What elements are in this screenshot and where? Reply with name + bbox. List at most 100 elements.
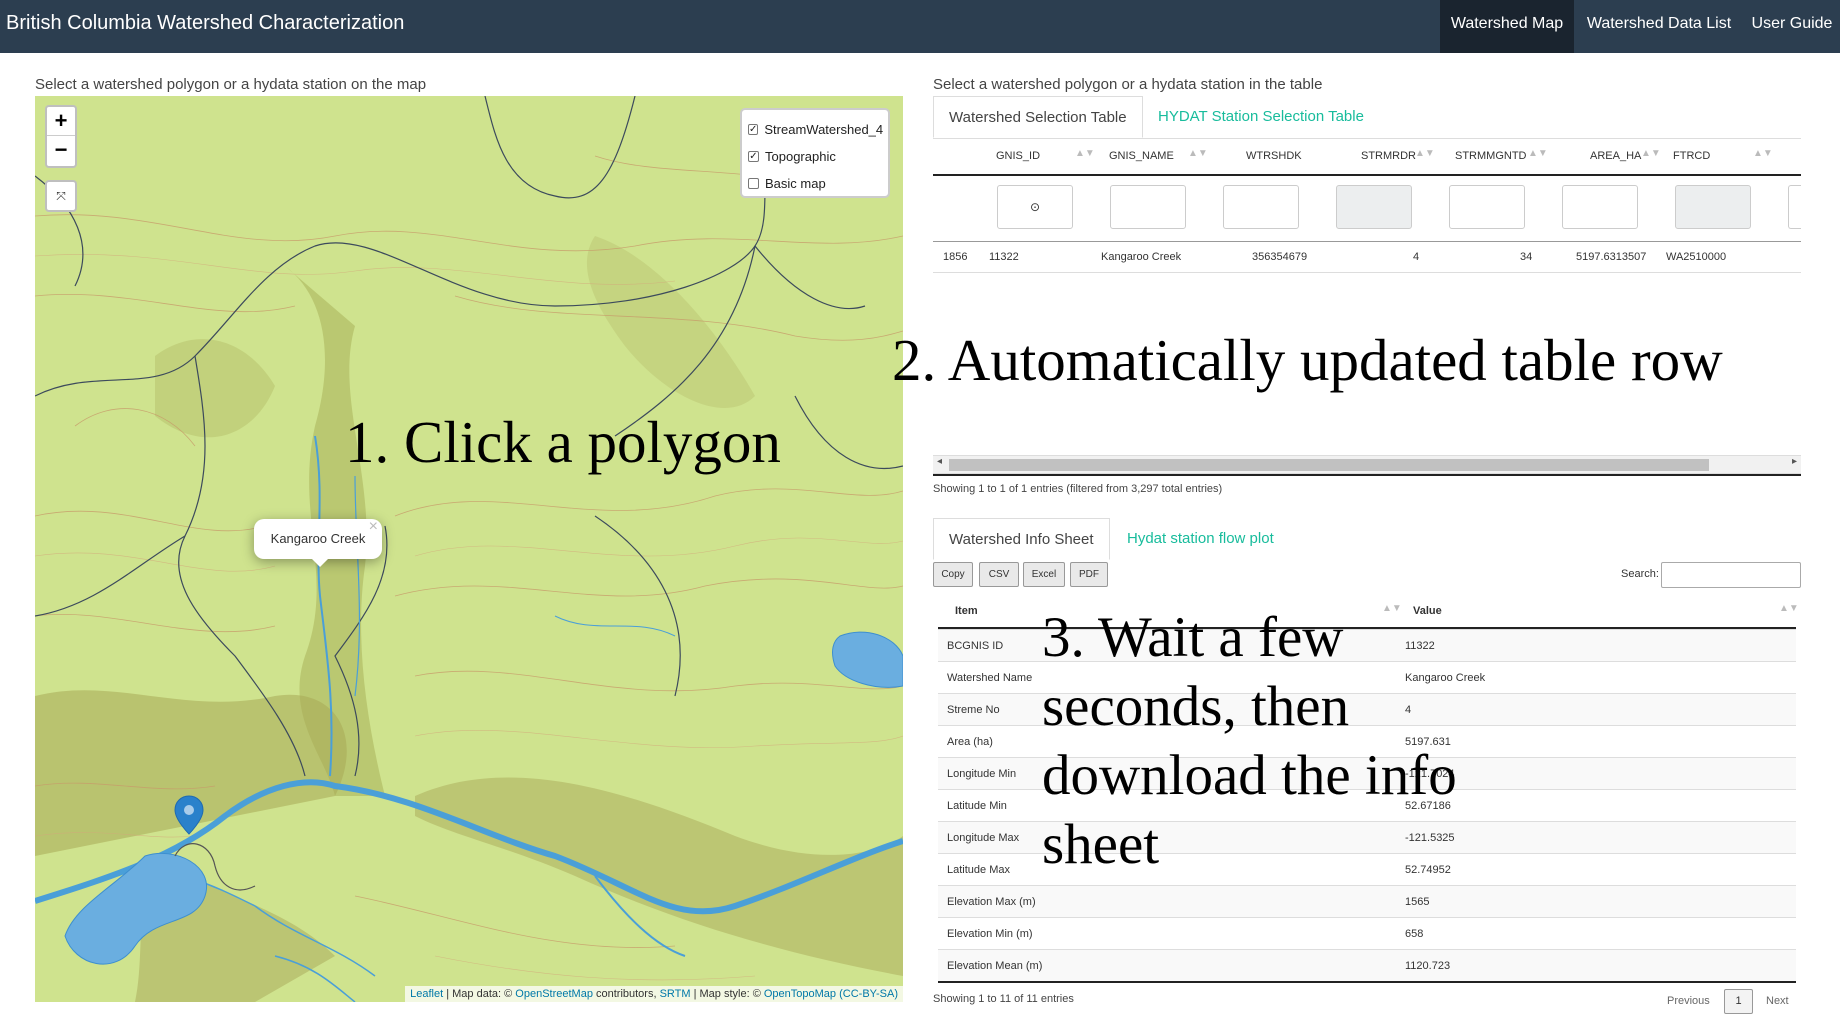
filter-gnis-id[interactable]: ⊙	[997, 185, 1073, 229]
app-title[interactable]: British Columbia Watershed Characterizat…	[6, 12, 404, 35]
annotation-step-3: 3. Wait a few seconds, then download the…	[1042, 603, 1457, 879]
col-header-ftrcd[interactable]: FTRCD	[1673, 150, 1710, 162]
sort-icon[interactable]: ▲▼	[1779, 603, 1799, 614]
row-rule	[933, 241, 1801, 242]
checkbox-icon[interactable]: ✓	[748, 151, 759, 162]
item-cell: Elevation Min (m)	[947, 928, 1033, 940]
pagination-current-page[interactable]: 1	[1724, 989, 1753, 1014]
layer-topographic[interactable]: ✓ Topographic	[748, 143, 882, 170]
srtm-link[interactable]: SRTM	[660, 988, 691, 1000]
ridge-shade	[586, 236, 755, 408]
table-row[interactable]: Elevation Max (m) 1565	[938, 885, 1796, 917]
pagination-next[interactable]: Next	[1766, 995, 1789, 1007]
layer-basic-map[interactable]: Basic map	[748, 170, 882, 197]
info-bottom-rule	[938, 981, 1796, 983]
csv-button[interactable]: CSV	[979, 562, 1019, 587]
item-cell: Longitude Max	[947, 832, 1020, 844]
col-header-strmmgntd[interactable]: STRMMGNTD	[1455, 150, 1527, 162]
annotation-step-3-line: 3. Wait a few	[1042, 606, 1344, 669]
search-label: Search:	[1621, 568, 1659, 580]
tab-underline	[933, 138, 1801, 139]
popup-text: Kangaroo Creek	[270, 531, 366, 546]
scroll-right-icon[interactable]: ▸	[1792, 456, 1797, 467]
checkbox-icon[interactable]	[748, 178, 759, 189]
col-header-item[interactable]: Item	[955, 605, 978, 617]
copy-button[interactable]: Copy	[933, 562, 973, 587]
info-table-info-text: Showing 1 to 11 of 11 entries	[933, 993, 1074, 1005]
osm-link[interactable]: OpenStreetMap	[515, 988, 593, 1000]
filter-next-column[interactable]	[1788, 185, 1801, 229]
layer-label: StreamWatershed_4	[764, 122, 884, 137]
horizontal-scrollbar[interactable]: ◂ ▸	[933, 455, 1801, 474]
value-cell: 658	[1405, 928, 1424, 940]
cell-gnis-id[interactable]: 11322	[989, 251, 1019, 263]
sort-icon[interactable]: ▲▼	[1641, 148, 1661, 159]
table-row[interactable]: Elevation Min (m) 658	[938, 917, 1796, 949]
filter-ftrcd	[1675, 185, 1751, 229]
cell-strmmgntd[interactable]: 34	[1520, 251, 1532, 263]
pagination-previous[interactable]: Previous	[1667, 995, 1710, 1007]
item-cell: Latitude Max	[947, 864, 1010, 876]
header-rule	[933, 174, 1801, 176]
attribution-text: | Map style: ©	[690, 988, 764, 1000]
map[interactable]: + − ⤧ ✓ StreamWatershed_4 ✓ Topographic …	[35, 96, 903, 1002]
sort-icon[interactable]: ▲▼	[1075, 148, 1095, 159]
annotation-step-3-line: sheet	[1042, 813, 1160, 876]
annotation-step-3-line: download the info	[1042, 744, 1457, 807]
layer-streamwatershed[interactable]: ✓ StreamWatershed_4	[748, 116, 884, 143]
excel-button[interactable]: Excel	[1023, 562, 1065, 587]
item-cell: Longitude Min	[947, 768, 1017, 780]
sort-icon[interactable]: ▲▼	[1528, 148, 1548, 159]
table-bottom-rule	[933, 474, 1801, 476]
attribution-text: | Map data: ©	[443, 988, 516, 1000]
col-header-wtrshdk[interactable]: WTRSHDK	[1246, 150, 1302, 162]
item-cell: Area (ha)	[947, 736, 993, 748]
value-cell: 1565	[1405, 896, 1430, 908]
leaflet-link[interactable]: Leaflet	[410, 988, 443, 1000]
map-canvas	[35, 96, 903, 1002]
layer-label: Basic map	[765, 176, 826, 191]
tab-hydat-station-flow-plot[interactable]: Hydat station flow plot	[1112, 518, 1289, 560]
filter-gnis-name[interactable]	[1110, 185, 1186, 229]
filter-area-ha[interactable]	[1562, 185, 1638, 229]
opentopomap-link[interactable]: OpenTopoMap	[764, 988, 836, 1000]
row-index[interactable]: 1856	[943, 251, 967, 263]
zoom-out-button[interactable]: −	[47, 136, 75, 165]
cell-area-ha[interactable]: 5197.6313507	[1576, 251, 1646, 263]
col-header-strmrdr[interactable]: STRMRDR	[1361, 150, 1416, 162]
scrollbar-thumb[interactable]	[949, 459, 1709, 471]
col-header-gnis-name[interactable]: GNIS_NAME	[1109, 150, 1174, 162]
map-instruction-label: Select a watershed polygon or a hydata s…	[35, 76, 427, 93]
pdf-button[interactable]: PDF	[1070, 562, 1108, 587]
cell-wtrshdk[interactable]: 356354679	[1252, 251, 1307, 263]
scroll-left-icon[interactable]: ◂	[937, 456, 942, 467]
sort-icon[interactable]: ▲▼	[1188, 148, 1208, 159]
nav-watershed-data-list[interactable]: Watershed Data List	[1574, 0, 1744, 53]
nav-watershed-map[interactable]: Watershed Map	[1440, 0, 1574, 53]
col-header-area-ha[interactable]: AREA_HA	[1590, 150, 1641, 162]
item-cell: Elevation Max (m)	[947, 896, 1036, 908]
filter-strmrdr	[1336, 185, 1412, 229]
checkbox-icon[interactable]: ✓	[748, 124, 759, 135]
popup-close-icon[interactable]: ×	[369, 507, 378, 547]
search-input[interactable]	[1661, 562, 1801, 588]
col-header-gnis-id[interactable]: GNIS_ID	[996, 150, 1040, 162]
row-bottom-rule	[933, 272, 1801, 273]
ridge-shade	[415, 777, 903, 976]
table-row[interactable]: Elevation Mean (m) 1120.723	[938, 949, 1796, 981]
annotation-step-1: 1. Click a polygon	[345, 409, 781, 475]
tab-watershed-selection-table[interactable]: Watershed Selection Table	[933, 96, 1143, 138]
nav-user-guide[interactable]: User Guide	[1744, 0, 1840, 53]
sort-icon[interactable]: ▲▼	[1753, 148, 1773, 159]
cell-gnis-name[interactable]: Kangaroo Creek	[1101, 251, 1181, 263]
tab-hydat-station-selection-table[interactable]: HYDAT Station Selection Table	[1143, 96, 1379, 138]
sort-icon[interactable]: ▲▼	[1415, 148, 1435, 159]
filter-wtrshdk[interactable]	[1223, 185, 1299, 229]
cell-ftrcd[interactable]: WA2510000	[1666, 251, 1726, 263]
filter-strmmgntd[interactable]	[1449, 185, 1525, 229]
tab-watershed-info-sheet[interactable]: Watershed Info Sheet	[933, 518, 1110, 560]
cell-strmrdr[interactable]: 4	[1413, 251, 1419, 263]
license-link[interactable]: (CC-BY-SA)	[839, 988, 898, 1000]
zoom-in-button[interactable]: +	[47, 107, 75, 136]
fullscreen-icon[interactable]: ⤧	[45, 180, 77, 212]
